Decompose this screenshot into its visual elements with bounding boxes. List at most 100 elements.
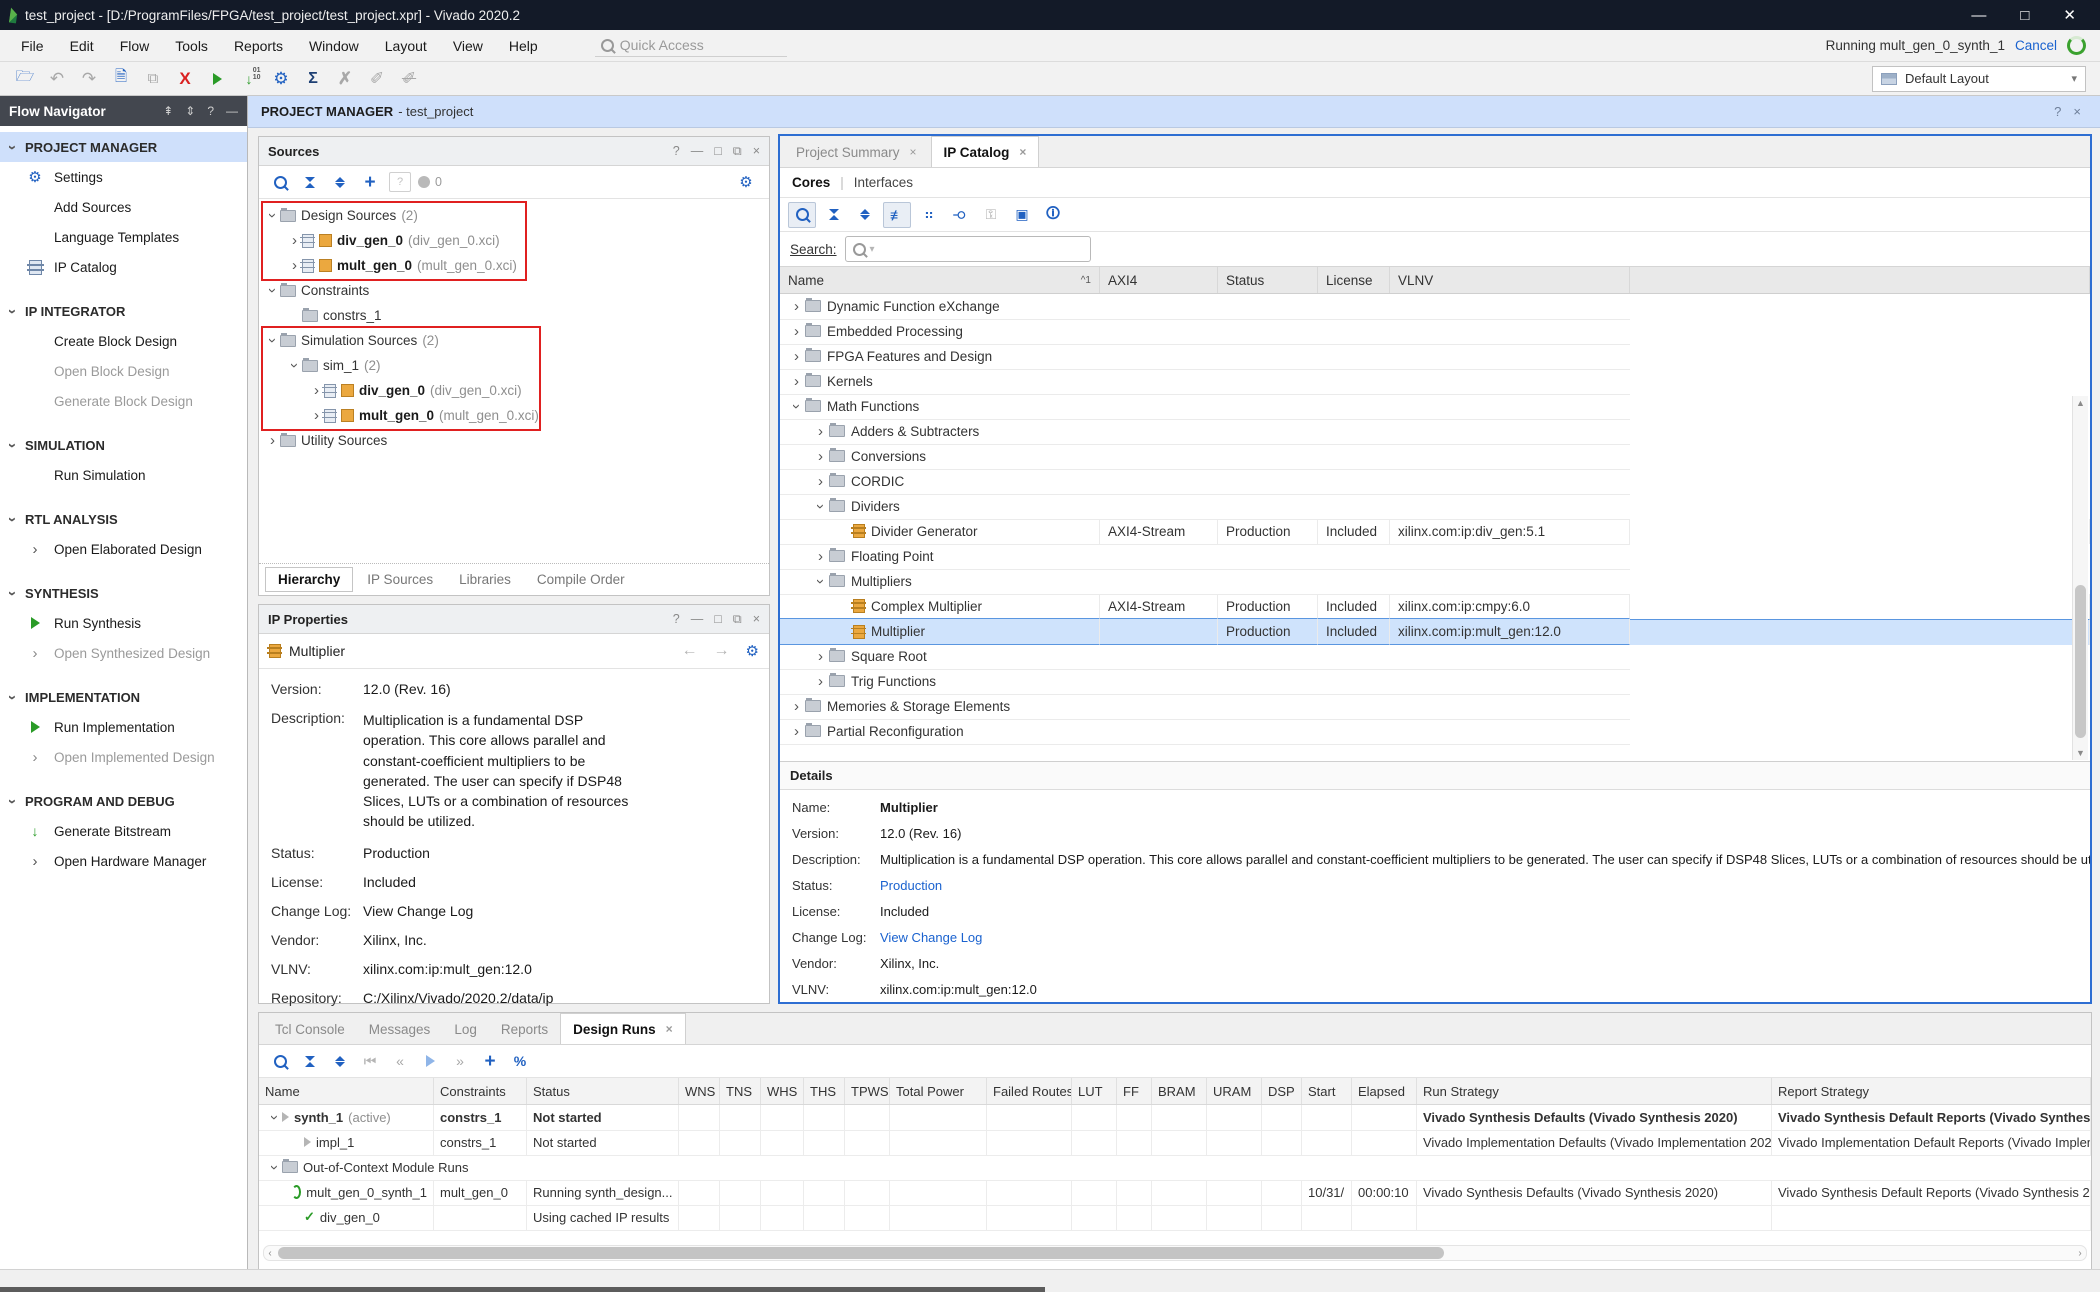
chevron-down-icon[interactable]: › [5, 799, 20, 804]
scroll-up-icon[interactable]: ▲ [2073, 396, 2088, 410]
tree-row[interactable]: ›mult_gen_0 (mult_gen_0.xci) [265, 403, 769, 428]
open-project-icon[interactable]: 🗁 [10, 66, 40, 92]
flow-item-open-hardware-manager[interactable]: ›Open Hardware Manager [0, 846, 247, 876]
run-icon[interactable] [202, 66, 232, 92]
chevron-right-icon[interactable]: › [818, 549, 823, 564]
catalog-row[interactable]: ›Floating Point [780, 544, 2090, 569]
tree-row[interactable]: ›mult_gen_0 (mult_gen_0.xci) [265, 253, 769, 278]
tab-libraries[interactable]: Libraries [447, 568, 523, 591]
close-icon[interactable]: × [910, 145, 917, 159]
tree-row[interactable]: ›Design Sources (2) [265, 203, 769, 228]
runs-column-bram[interactable]: BRAM [1152, 1078, 1207, 1104]
forward-arrow-icon[interactable]: → [714, 642, 730, 660]
chevron-down-icon[interactable]: › [813, 579, 828, 584]
catalog-row[interactable]: ›Partial Reconfiguration [780, 719, 2090, 744]
catalog-row[interactable]: ›MultiplierProductionIncludedxilinx.com:… [780, 619, 2090, 644]
catalog-row[interactable]: ›FPGA Features and Design [780, 344, 2090, 369]
menu-window[interactable]: Window [296, 30, 372, 62]
subtab-cores[interactable]: Cores [792, 175, 830, 190]
maximize-panel-icon[interactable]: □ [714, 144, 722, 159]
chevron-down-icon[interactable]: › [5, 591, 20, 596]
chevron-right-icon[interactable]: › [818, 424, 823, 439]
flow-item-ip-catalog[interactable]: IP Catalog [0, 252, 247, 282]
scroll-right-icon[interactable]: › [2074, 1246, 2086, 1260]
ip-search-input[interactable]: ▾ [845, 236, 1091, 262]
float-panel-icon[interactable]: ⧉ [733, 612, 742, 627]
scroll-left-icon[interactable]: ‹ [264, 1246, 276, 1260]
collapse-all-icon[interactable] [297, 1049, 323, 1073]
search-icon[interactable] [788, 202, 816, 228]
tab-log[interactable]: Log [442, 1014, 489, 1044]
help-icon[interactable]: ? [673, 144, 680, 159]
flow-section-program-and-debug[interactable]: ›PROGRAM AND DEBUG [0, 786, 247, 816]
flow-item-add-sources[interactable]: Add Sources [0, 192, 247, 222]
column-header-license[interactable]: License [1318, 267, 1390, 293]
runs-column-run-strategy[interactable]: Run Strategy [1417, 1078, 1772, 1104]
info-icon[interactable]: 🛈 [1040, 203, 1066, 227]
runs-column-total-power[interactable]: Total Power [890, 1078, 987, 1104]
catalog-row[interactable]: ›Square Root [780, 644, 2090, 669]
copy-icon[interactable]: ⧉ [138, 66, 168, 92]
chevron-down-icon[interactable]: › [265, 338, 280, 343]
tree-row[interactable]: ›Simulation Sources (2) [265, 328, 769, 353]
tab-hierarchy[interactable]: Hierarchy [265, 567, 353, 592]
chevron-right-icon[interactable]: › [314, 408, 319, 423]
runs-row[interactable]: ›synth_1 (active)constrs_1Not startedViv… [259, 1105, 2091, 1130]
tab-design-runs[interactable]: Design Runs× [560, 1013, 686, 1044]
runs-column-start[interactable]: Start [1302, 1078, 1352, 1104]
tree-row[interactable]: ›div_gen_0 (div_gen_0.xci) [265, 228, 769, 253]
chevron-down-icon[interactable]: › [813, 504, 828, 509]
runs-column-whs[interactable]: WHS [761, 1078, 804, 1104]
generate-bitstream-icon[interactable]: ↓0110 [234, 66, 264, 92]
runs-column-elapsed[interactable]: Elapsed [1352, 1078, 1417, 1104]
chevron-down-icon[interactable]: › [265, 288, 280, 293]
chevron-right-icon[interactable]: › [270, 433, 275, 448]
float-panel-icon[interactable]: ⧉ [733, 144, 742, 159]
tab-messages[interactable]: Messages [357, 1014, 443, 1044]
chevron-right-icon[interactable]: › [33, 854, 38, 869]
runs-column-dsp[interactable]: DSP [1262, 1078, 1302, 1104]
chevron-right-icon[interactable]: › [292, 233, 297, 248]
subtab-interfaces[interactable]: Interfaces [854, 175, 913, 190]
flow-item-run-implementation[interactable]: Run Implementation [0, 712, 247, 742]
runs-column-status[interactable]: Status [527, 1078, 679, 1104]
add-repository-icon[interactable]: ⠶ [916, 203, 942, 227]
help-icon[interactable]: ? [207, 104, 214, 118]
horizontal-scrollbar[interactable]: ‹ › [263, 1245, 2087, 1261]
runs-column-lut[interactable]: LUT [1072, 1078, 1117, 1104]
flow-item-generate-bitstream[interactable]: ↓Generate Bitstream [0, 816, 247, 846]
menu-flow[interactable]: Flow [107, 30, 163, 62]
expand-all-icon[interactable]: ⇕ [185, 104, 195, 118]
close-panel-icon[interactable]: × [753, 144, 760, 159]
runs-column-tns[interactable]: TNS [720, 1078, 761, 1104]
chevron-right-icon[interactable]: › [818, 674, 823, 689]
chevron-down-icon[interactable]: › [287, 363, 302, 368]
flow-item-open-elaborated-design[interactable]: ›Open Elaborated Design [0, 534, 247, 564]
add-sources-icon[interactable]: + [357, 170, 383, 194]
close-icon[interactable]: × [2073, 104, 2081, 119]
create-run-icon[interactable]: + [477, 1049, 503, 1073]
scroll-down-icon[interactable]: ▼ [2073, 746, 2088, 760]
catalog-row[interactable]: ›CORDIC [780, 469, 2090, 494]
menu-reports[interactable]: Reports [221, 30, 296, 62]
column-header-vlnv[interactable]: VLNV [1390, 267, 1630, 293]
tab-ip-sources[interactable]: IP Sources [355, 568, 445, 591]
menu-view[interactable]: View [440, 30, 496, 62]
runs-column-uram[interactable]: URAM [1207, 1078, 1262, 1104]
runs-column-name[interactable]: Name [259, 1078, 434, 1104]
redo-icon[interactable]: ↷ [74, 66, 104, 92]
help-icon[interactable]: ? [673, 612, 680, 627]
chevron-right-icon[interactable]: › [33, 750, 38, 765]
settings-gear-icon[interactable]: ⚙ [266, 66, 296, 92]
property-value[interactable]: View Change Log [363, 903, 473, 919]
flow-item-run-simulation[interactable]: Run Simulation [0, 460, 247, 490]
percent-icon[interactable]: % [507, 1049, 533, 1073]
catalog-row[interactable]: ›Adders & Subtracters [780, 419, 2090, 444]
minimize-panel-icon[interactable]: — [226, 104, 238, 118]
vertical-scrollbar[interactable]: ▲ ▼ [2072, 396, 2088, 760]
flow-section-synthesis[interactable]: ›SYNTHESIS [0, 578, 247, 608]
flow-item-create-block-design[interactable]: Create Block Design [0, 326, 247, 356]
chip-icon[interactable]: ▣ [1009, 203, 1035, 227]
help-icon[interactable]: ? [2054, 104, 2061, 119]
collapse-all-icon[interactable] [821, 203, 847, 227]
